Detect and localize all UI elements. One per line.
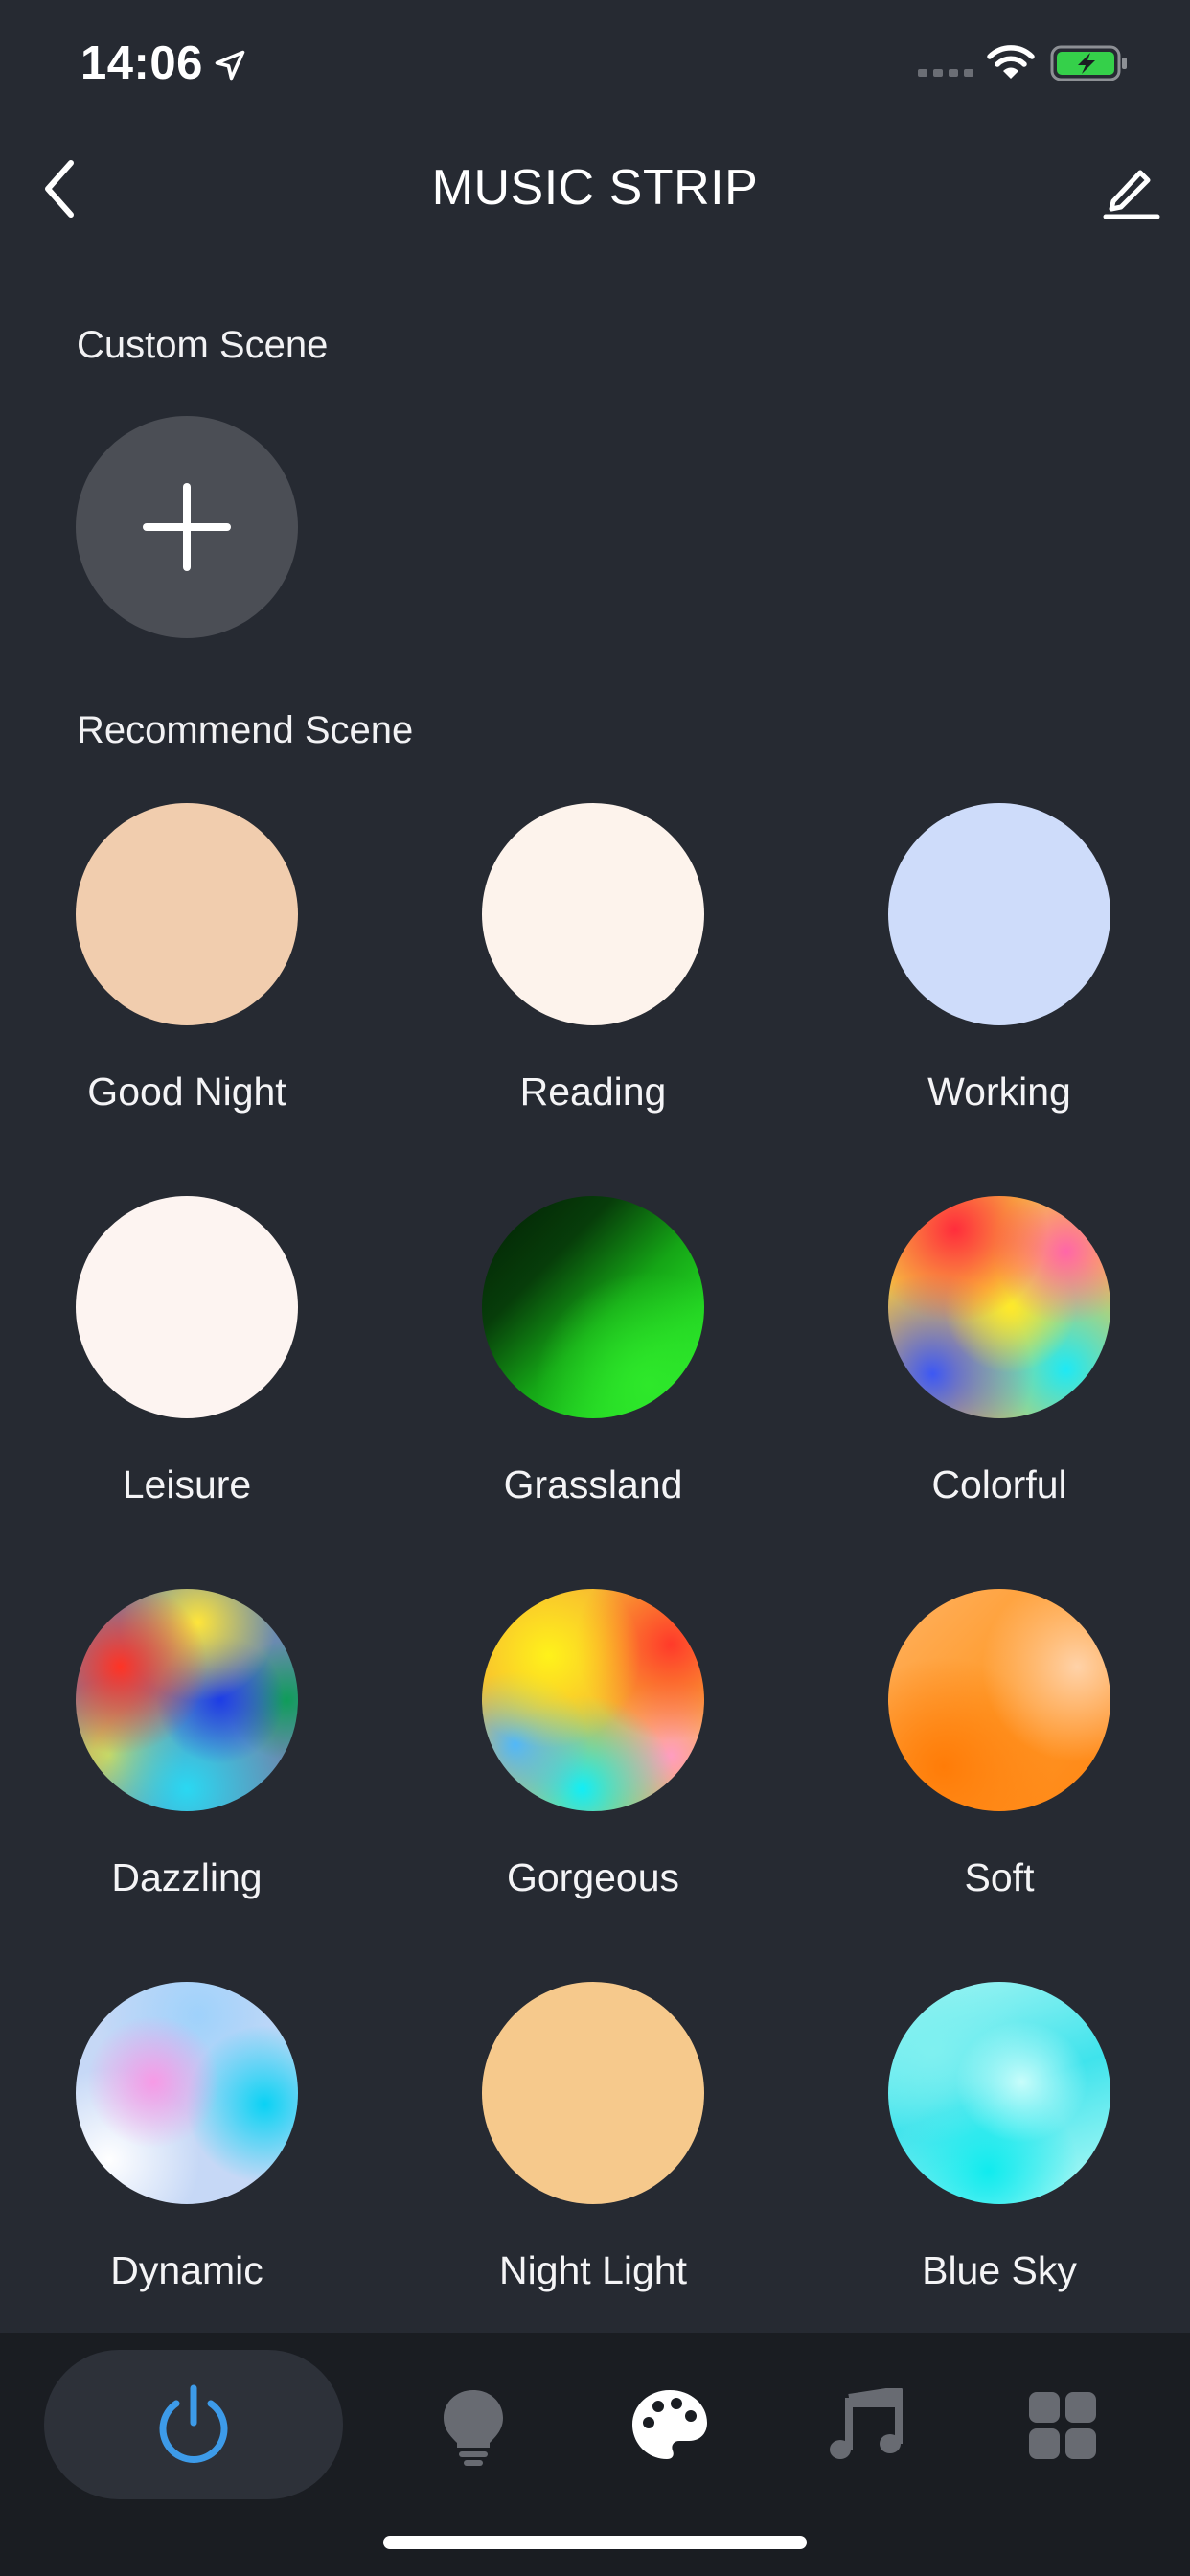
tab-power[interactable] — [44, 2350, 343, 2499]
scene-good-night[interactable]: Good Night — [43, 803, 331, 1148]
scene-color-swatch — [888, 803, 1110, 1025]
scene-color-swatch — [76, 1589, 298, 1811]
scene-color-swatch — [482, 1982, 704, 2204]
scene-label: Soft — [964, 1855, 1035, 1899]
custom-scene-title: Custom Scene — [77, 324, 329, 366]
scene-color-swatch — [482, 1589, 704, 1811]
scene-label: Gorgeous — [506, 1855, 680, 1899]
scene-label: Dynamic — [110, 2248, 263, 2292]
scene-color-swatch — [76, 803, 298, 1025]
recommend-scene-title: Recommend Scene — [77, 709, 414, 751]
status-time: 14:06 — [80, 37, 203, 89]
scene-color-swatch — [888, 1196, 1110, 1418]
tab-music[interactable] — [818, 2350, 914, 2499]
scene-color-swatch — [482, 803, 704, 1025]
scene-working[interactable]: Working — [856, 803, 1143, 1148]
scene-night-light[interactable]: Night Light — [449, 1982, 737, 2327]
scene-dazzling[interactable]: Dazzling — [43, 1589, 331, 1934]
scene-color-swatch — [888, 1589, 1110, 1811]
scene-soft[interactable]: Soft — [856, 1589, 1143, 1934]
music-note-icon — [830, 2388, 903, 2459]
add-custom-scene-button[interactable] — [76, 416, 298, 638]
tab-light[interactable] — [425, 2350, 521, 2499]
scene-dynamic[interactable]: Dynamic — [43, 1982, 331, 2327]
scene-label: Reading — [519, 1070, 667, 1114]
page-title: MUSIC STRIP — [431, 160, 759, 216]
scene-reading[interactable]: Reading — [449, 803, 737, 1148]
scene-label: Working — [927, 1070, 1071, 1114]
edit-button[interactable] — [1100, 159, 1161, 220]
status-bar: 14:06 — [0, 0, 1190, 125]
tab-more[interactable] — [1014, 2350, 1110, 2499]
scene-label: Blue Sky — [922, 2248, 1077, 2292]
scene-grassland[interactable]: Grassland — [449, 1196, 737, 1541]
scene-label: Grassland — [503, 1462, 683, 1506]
scene-gorgeous[interactable]: Gorgeous — [449, 1589, 737, 1934]
location-arrow-icon — [215, 50, 245, 80]
scene-color-swatch — [76, 1982, 298, 2204]
scene-colorful[interactable]: Colorful — [856, 1196, 1143, 1541]
scene-blue-sky[interactable]: Blue Sky — [856, 1982, 1143, 2327]
scene-color-swatch — [482, 1196, 704, 1418]
power-icon — [159, 2384, 228, 2463]
scene-color-swatch — [888, 1982, 1110, 2204]
light-bulb-icon — [444, 2390, 503, 2466]
scene-label: Leisure — [122, 1462, 252, 1506]
grid-icon — [1029, 2392, 1096, 2459]
home-indicator[interactable] — [383, 2536, 807, 2549]
palette-icon — [632, 2390, 707, 2459]
scene-label: Colorful — [931, 1462, 1067, 1506]
wifi-icon — [987, 45, 1035, 79]
battery-charging-icon — [1050, 45, 1127, 81]
scene-leisure[interactable]: Leisure — [43, 1196, 331, 1541]
scene-label: Good Night — [87, 1070, 286, 1114]
scene-label: Dazzling — [111, 1855, 263, 1899]
plus-icon — [143, 483, 231, 571]
cellular-signal-icon — [918, 69, 973, 77]
scene-color-swatch — [76, 1196, 298, 1418]
tab-scene[interactable] — [617, 2350, 722, 2499]
scene-label: Night Light — [498, 2248, 687, 2292]
